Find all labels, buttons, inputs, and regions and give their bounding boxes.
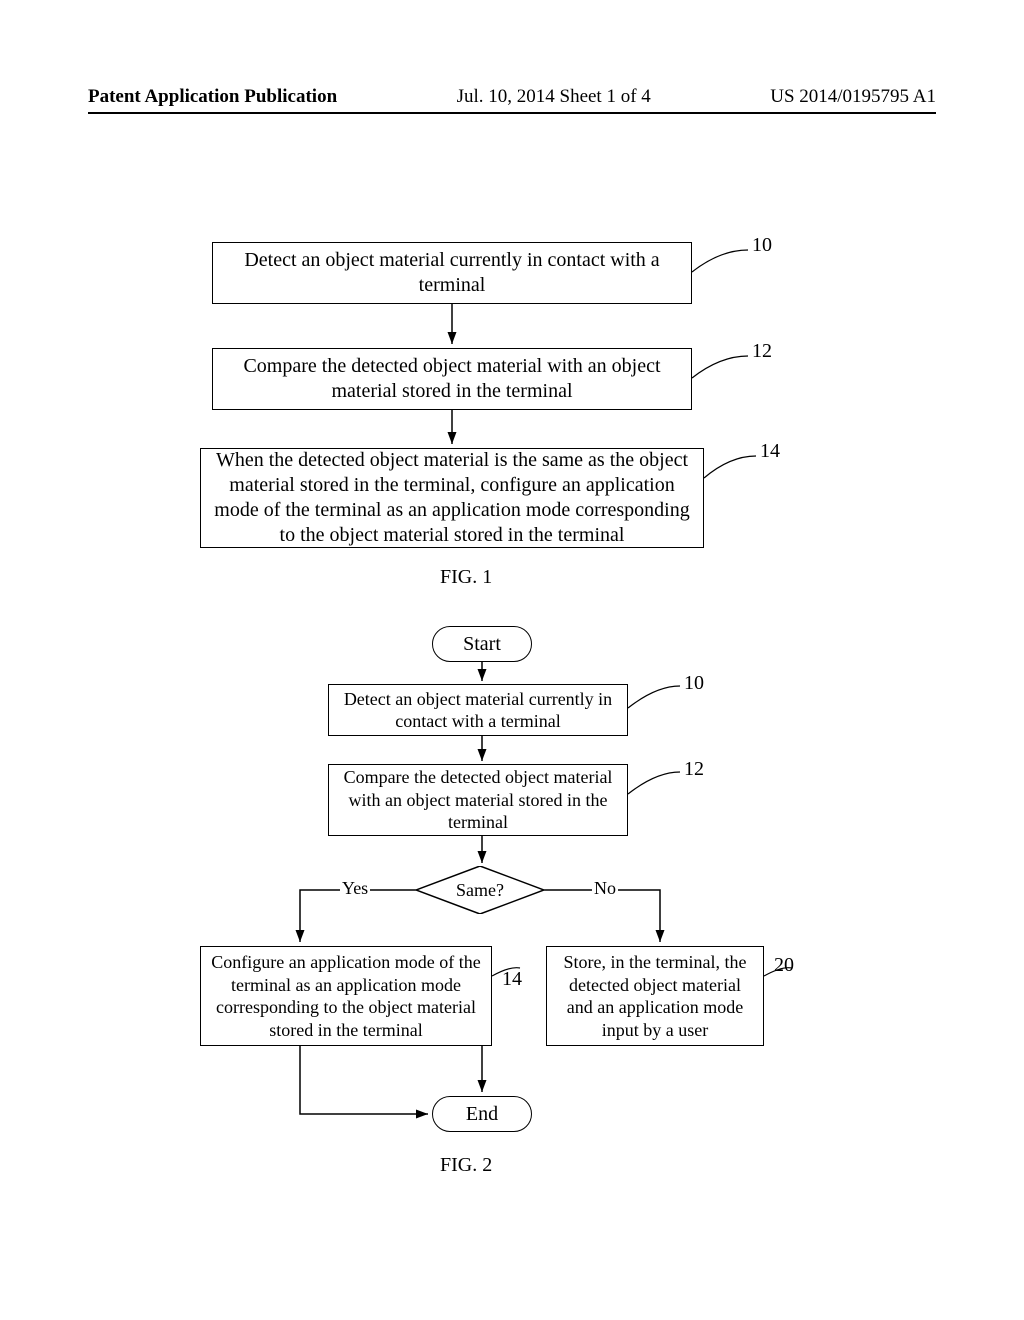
fig1-step-10-number: 10: [752, 234, 772, 257]
fig2-branch-no: No: [592, 878, 618, 899]
fig2-start-text: Start: [463, 632, 501, 657]
fig2-start: Start: [432, 626, 532, 662]
fig1-step-12-number: 12: [752, 340, 772, 363]
fig1-step-12: Compare the detected object material wit…: [212, 348, 692, 410]
fig2-step-14-number: 14: [502, 968, 522, 991]
fig2-step-20: Store, in the terminal, the detected obj…: [546, 946, 764, 1046]
fig1-step-10-text: Detect an object material currently in c…: [221, 248, 683, 298]
fig2-decision-text: Same?: [416, 866, 544, 914]
fig2-branch-yes: Yes: [340, 878, 370, 899]
fig1-step-10: Detect an object material currently in c…: [212, 242, 692, 304]
fig2-caption: FIG. 2: [440, 1154, 492, 1177]
fig2-step-10-text: Detect an object material currently in c…: [337, 688, 619, 733]
fig1-step-14-number: 14: [760, 440, 780, 463]
fig2-end-text: End: [466, 1102, 498, 1127]
fig1-step-14-text: When the detected object material is the…: [209, 448, 695, 548]
fig2-step-20-number: 20: [774, 954, 794, 977]
fig2-step-10: Detect an object material currently in c…: [328, 684, 628, 736]
fig2-step-14-text: Configure an application mode of the ter…: [209, 951, 483, 1041]
fig2-step-14: Configure an application mode of the ter…: [200, 946, 492, 1046]
fig2-step-10-number: 10: [684, 672, 704, 695]
fig2-step-12: Compare the detected object material wit…: [328, 764, 628, 836]
fig2-end: End: [432, 1096, 532, 1132]
page-header: Patent Application Publication Jul. 10, …: [88, 86, 936, 108]
fig2-step-12-number: 12: [684, 758, 704, 781]
fig2-step-12-text: Compare the detected object material wit…: [337, 766, 619, 834]
header-divider: [88, 112, 936, 114]
header-publication: Patent Application Publication: [88, 86, 337, 108]
fig1-step-14: When the detected object material is the…: [200, 448, 704, 548]
fig1-step-12-text: Compare the detected object material wit…: [221, 354, 683, 404]
fig1-caption: FIG. 1: [440, 566, 492, 589]
header-date-sheet: Jul. 10, 2014 Sheet 1 of 4: [457, 86, 651, 108]
fig2-decision-same: Same?: [416, 866, 544, 914]
header-patent-number: US 2014/0195795 A1: [770, 86, 936, 108]
fig2-step-20-text: Store, in the terminal, the detected obj…: [555, 951, 755, 1041]
